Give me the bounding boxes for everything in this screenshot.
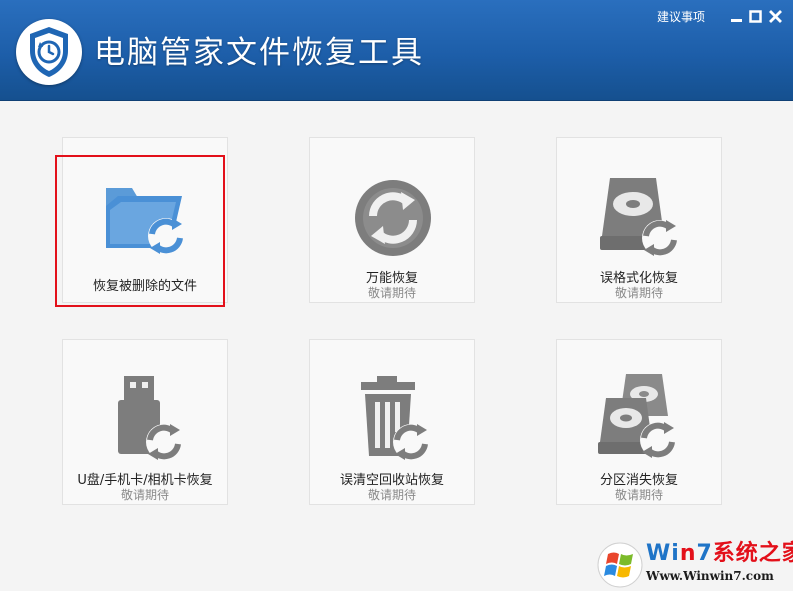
tile-restore-deleted-files[interactable]: 恢复被删除的文件 <box>62 137 228 303</box>
tile-status: 敬请期待 <box>367 286 416 300</box>
tile-status: 敬请期待 <box>614 488 663 502</box>
title-bar: 电脑管家文件恢复工具 建议事项 <box>0 0 793 101</box>
site-watermark: Win7系统之家 Www.Winwin7.com <box>596 540 793 590</box>
watermark-url: Www.Winwin7.com <box>646 569 774 583</box>
app-logo-icon <box>16 19 82 85</box>
tile-status: 敬请期待 <box>367 488 416 502</box>
close-icon <box>769 10 782 23</box>
watermark-title: Win7系统之家 <box>646 541 793 566</box>
tile-universal-restore[interactable]: 万能恢复 敬请期待 <box>309 137 475 303</box>
app-title: 电脑管家文件恢复工具 <box>94 35 424 71</box>
recycle-bin-restore-icon <box>343 368 443 468</box>
disk-restore-icon <box>590 166 690 266</box>
tile-format-restore[interactable]: 误格式化恢复 敬请期待 <box>556 137 722 303</box>
tile-partition-restore[interactable]: 分区消失恢复 敬请期待 <box>556 339 722 505</box>
tile-recycle-bin-restore[interactable]: 误清空回收站恢复 敬请期待 <box>309 339 475 505</box>
folder-restore-icon <box>96 166 196 266</box>
windows-logo-icon <box>597 542 643 588</box>
minimize-icon <box>731 19 742 22</box>
close-button[interactable] <box>768 9 783 24</box>
partition-restore-icon <box>590 368 690 468</box>
maximize-button[interactable] <box>748 9 763 24</box>
maximize-icon <box>749 10 762 23</box>
usb-restore-icon <box>96 368 196 468</box>
suggestions-link[interactable]: 建议事项 <box>657 8 705 26</box>
tile-label: 恢复被删除的文件 <box>92 279 197 294</box>
universal-restore-icon <box>343 166 443 266</box>
tile-usb-restore[interactable]: U盘/手机卡/相机卡恢复 敬请期待 <box>62 339 228 505</box>
tile-status: 敬请期待 <box>120 488 169 502</box>
tile-status: 敬请期待 <box>614 286 663 300</box>
minimize-button[interactable] <box>729 9 744 24</box>
